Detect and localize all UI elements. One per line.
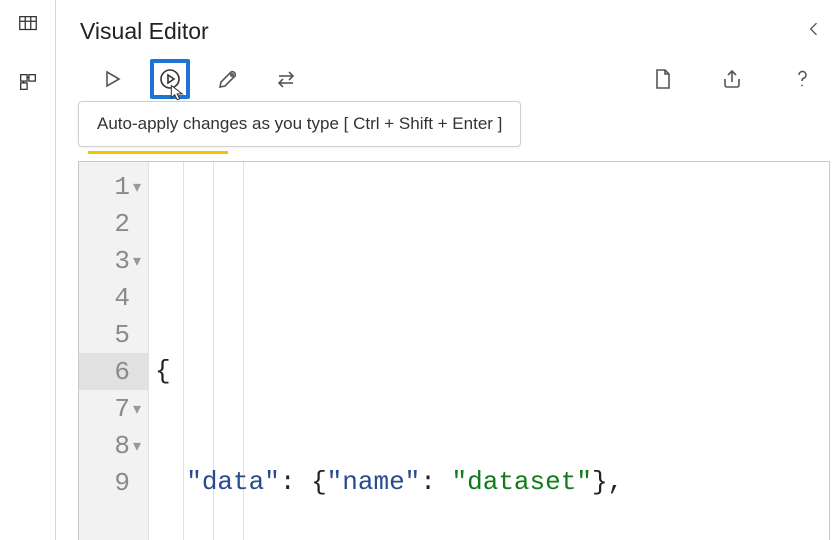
rail-table-icon[interactable] (8, 4, 48, 44)
auto-apply-button[interactable] (150, 59, 190, 99)
swap-button[interactable] (266, 59, 306, 99)
fold-icon[interactable]: ▾ (132, 251, 142, 271)
line-number: 5 (114, 320, 130, 350)
line-gutter: 1▾ 2▾ 3▾ 4▾ 5▾ 6▾ 7▾ 8▾ 9▾ (79, 162, 149, 540)
settings-button[interactable] (208, 59, 248, 99)
panel-header: Visual Editor (78, 8, 830, 53)
line-number: 4 (114, 283, 130, 313)
code-content[interactable]: { "data": {"name": "dataset"}, "mark": {… (149, 162, 829, 540)
line-number: 1 (114, 172, 130, 202)
line-number: 8 (114, 431, 130, 461)
line-number: 6 (114, 357, 130, 387)
help-button[interactable] (782, 59, 822, 99)
code-editor[interactable]: 1▾ 2▾ 3▾ 4▾ 5▾ 6▾ 7▾ 8▾ 9▾ { "data": {"n… (78, 161, 830, 540)
line-number: 7 (114, 394, 130, 424)
new-file-button[interactable] (642, 59, 682, 99)
rail-map-icon[interactable] (8, 62, 48, 102)
fold-icon[interactable]: ▾ (132, 399, 142, 419)
line-number: 2 (114, 209, 130, 239)
line-number: 9 (114, 468, 130, 498)
panel-title: Visual Editor (80, 18, 209, 45)
share-button[interactable] (712, 59, 752, 99)
active-tab-underline (88, 151, 228, 154)
tooltip: Auto-apply changes as you type [ Ctrl + … (78, 101, 521, 147)
left-rail (0, 0, 56, 540)
line-number: 3 (114, 246, 130, 276)
fold-icon[interactable]: ▾ (132, 177, 142, 197)
visual-editor-panel: Visual Editor (56, 0, 840, 540)
run-button[interactable] (92, 59, 132, 99)
fold-icon[interactable]: ▾ (132, 436, 142, 456)
collapse-button[interactable] (804, 19, 824, 44)
